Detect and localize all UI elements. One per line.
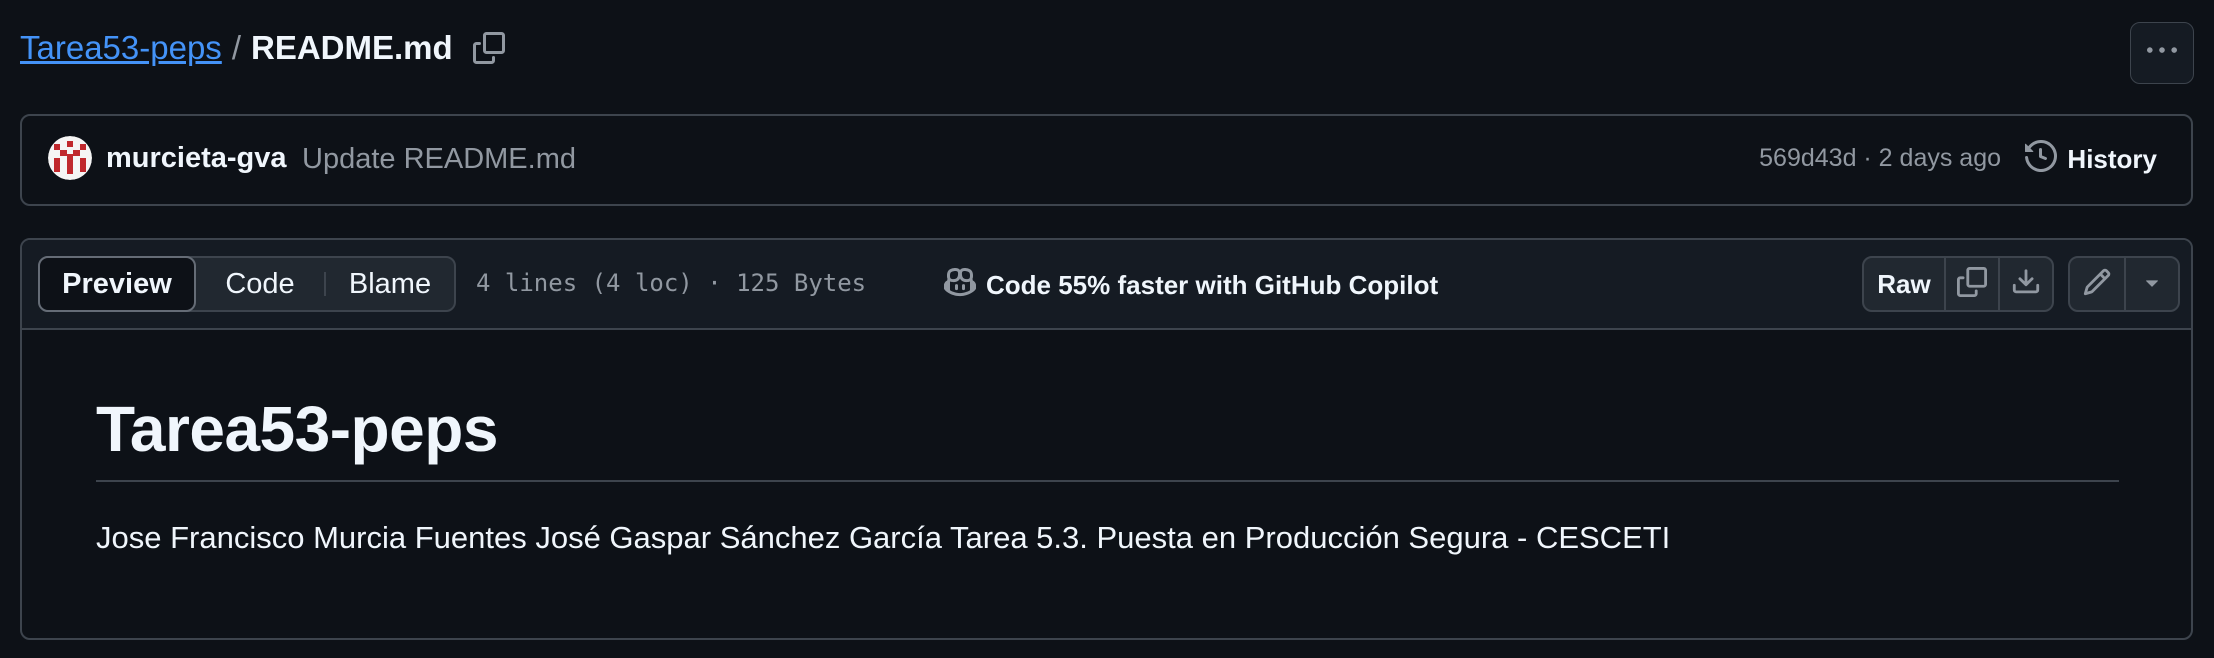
avatar[interactable] [48, 136, 92, 180]
breadcrumb-separator: / [231, 29, 241, 66]
edit-file-button[interactable] [2070, 258, 2124, 310]
top-bar: Tarea53-peps / README.md [20, 22, 2194, 84]
kebab-horizontal-icon [2147, 36, 2177, 71]
breadcrumb: Tarea53-peps / README.md [20, 28, 509, 68]
download-icon [2011, 267, 2041, 302]
latest-commit-box: murcieta-gva Update README.md 569d43d · … [20, 114, 2193, 206]
copy-icon [1957, 266, 1987, 302]
more-edit-options-button[interactable] [2124, 258, 2178, 310]
file-actions-group: Raw [1862, 256, 2054, 312]
tab-code[interactable]: Code [196, 258, 324, 310]
more-options-button[interactable] [2130, 22, 2194, 84]
copilot-promo-link[interactable]: Code 55% faster with GitHub Copilot [944, 266, 1438, 305]
tab-blame[interactable]: Blame [326, 258, 454, 310]
raw-button[interactable]: Raw [1864, 258, 1944, 310]
readme-divider [96, 480, 2119, 482]
tab-preview[interactable]: Preview [38, 256, 196, 312]
readme-paragraph: Jose Francisco Murcia Fuentes José Gaspa… [96, 520, 1671, 555]
commit-message[interactable]: Update README.md [302, 143, 576, 176]
history-button[interactable]: History [2025, 139, 2157, 179]
copilot-icon [944, 266, 986, 305]
copilot-promo-label: Code 55% faster with GitHub Copilot [986, 270, 1439, 300]
file-info: 4 lines (4 loc) · 125 Bytes [476, 269, 867, 297]
edit-actions-group [2068, 256, 2180, 312]
pencil-icon [2082, 267, 2112, 302]
history-icon [2025, 139, 2067, 179]
triangle-down-icon [2139, 269, 2165, 300]
copy-raw-button[interactable] [1944, 258, 1998, 310]
readme-content: Tarea53-peps Jose Francisco Murcia Fuent… [96, 392, 2119, 556]
download-raw-button[interactable] [1998, 258, 2052, 310]
file-header: Preview Code Blame 4 lines (4 loc) · 125… [22, 240, 2191, 330]
commit-author[interactable]: murcieta-gva [106, 142, 287, 175]
readme-title: Tarea53-peps [96, 393, 498, 465]
view-mode-switcher: Preview Code Blame [38, 256, 456, 312]
copy-path-icon[interactable] [469, 28, 509, 68]
history-label: History [2067, 144, 2157, 174]
file-viewer: Preview Code Blame 4 lines (4 loc) · 125… [20, 238, 2193, 640]
commit-hash-and-date[interactable]: 569d43d · 2 days ago [1759, 144, 2001, 173]
breadcrumb-repo-link[interactable]: Tarea53-peps [20, 29, 222, 67]
breadcrumb-file-name: README.md [250, 29, 453, 66]
